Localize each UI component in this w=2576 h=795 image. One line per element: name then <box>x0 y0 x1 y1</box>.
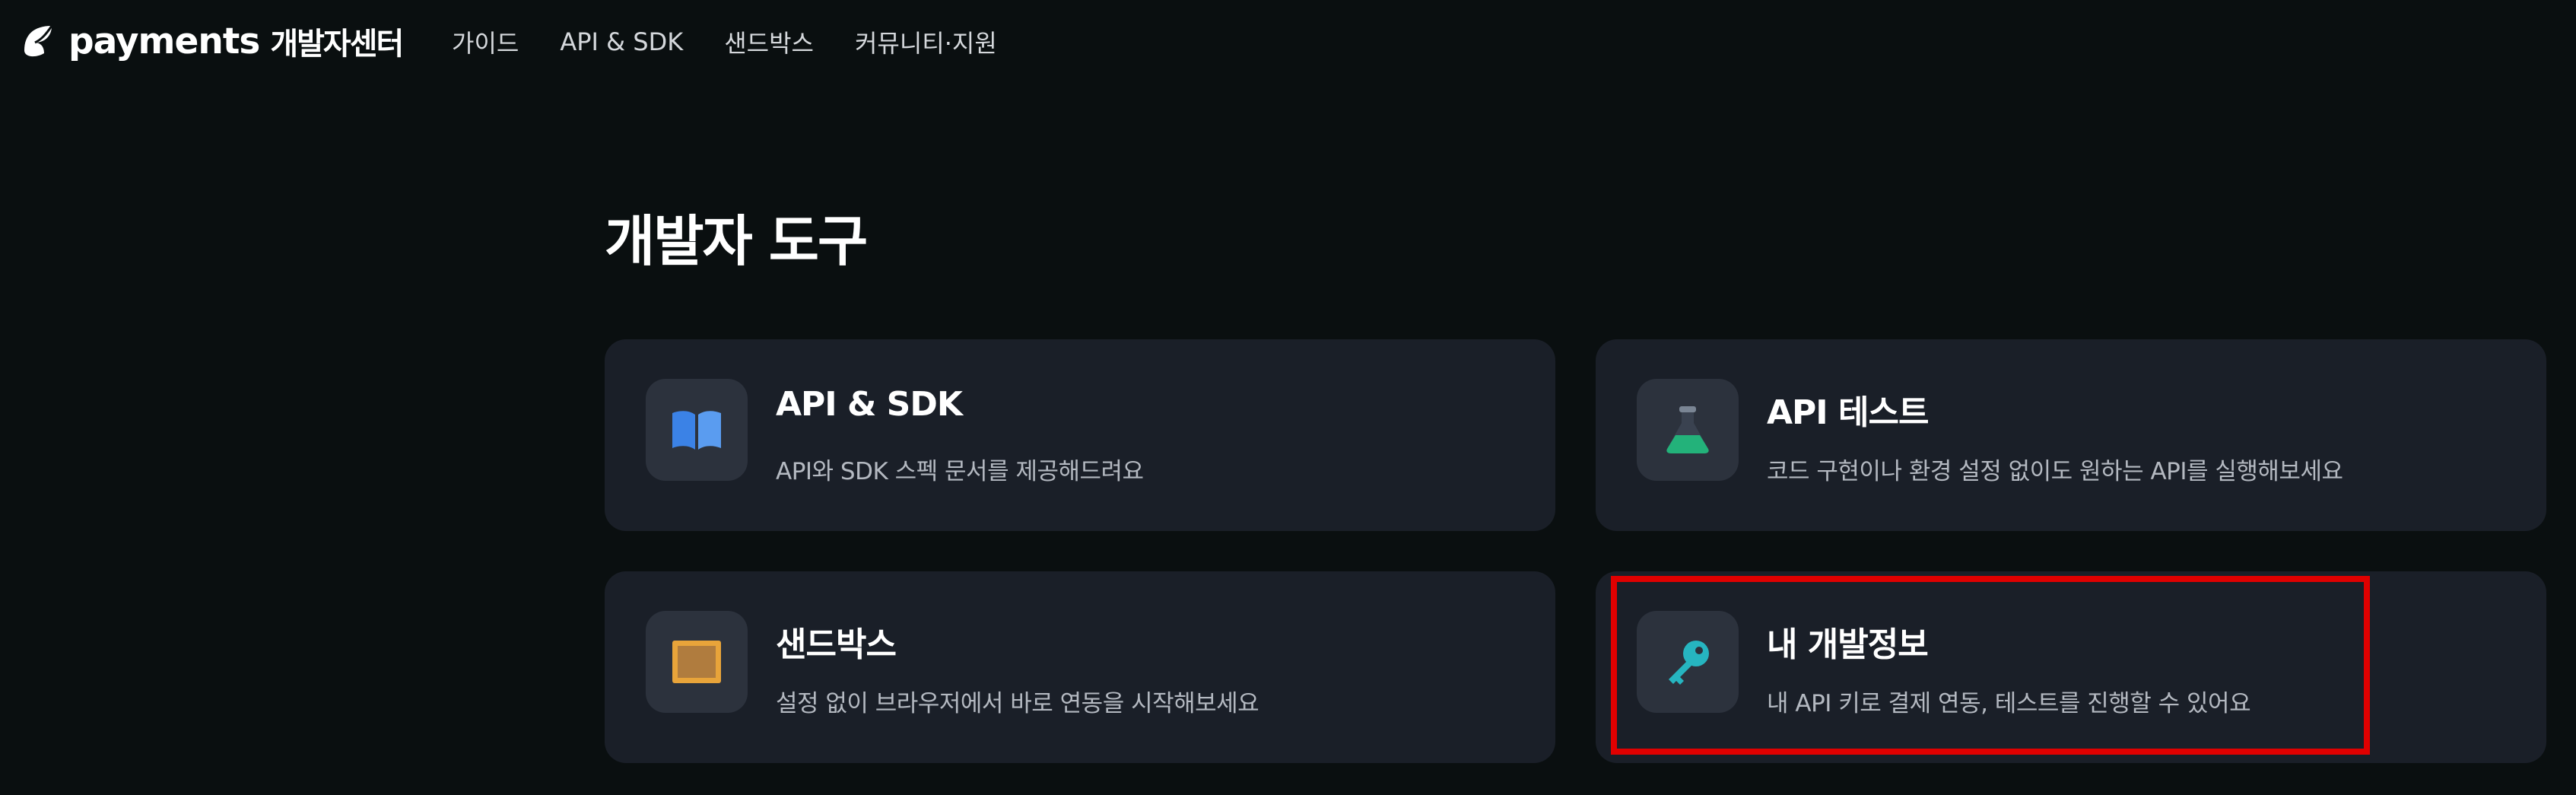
main-nav: 가이드 API & SDK 샌드박스 커뮤니티·지원 <box>452 23 997 61</box>
card-title: API & SDK <box>776 385 963 424</box>
card-description: API와 SDK 스펙 문서를 제공해드려요 <box>776 458 1144 485</box>
logo-mark-icon <box>24 25 53 57</box>
key-icon <box>1669 641 1709 685</box>
top-navigation-bar: payments 개발자센터 가이드 API & SDK 샌드박스 커뮤니티·지… <box>0 0 2576 82</box>
logo[interactable]: payments 개발자센터 <box>18 20 404 62</box>
nav-item-sandbox[interactable]: 샌드박스 <box>724 24 814 59</box>
card-api-sdk[interactable]: API & SDK API와 SDK 스펙 문서를 제공해드려요 <box>605 339 1555 531</box>
logo-wordmark: payments <box>68 20 260 62</box>
sandbox-icon <box>672 641 721 683</box>
page-title: 개발자 도구 <box>605 209 868 273</box>
card-title: 내 개발정보 <box>1767 625 1929 664</box>
card-sandbox[interactable]: 샌드박스 설정 없이 브라우저에서 바로 연동을 시작해보세요 <box>605 571 1555 763</box>
card-title: API 테스트 <box>1767 393 1929 432</box>
logo-subtitle: 개발자센터 <box>270 27 404 62</box>
card-api-test[interactable]: API 테스트 코드 구현이나 환경 설정 없이도 원하는 API를 실행해보세… <box>1596 339 2546 531</box>
card-icon-tile <box>1637 611 1739 713</box>
card-my-dev-info[interactable]: 내 개발정보 내 API 키로 결제 연동, 테스트를 진행할 수 있어요 <box>1596 571 2546 763</box>
card-description: 설정 없이 브라우저에서 바로 연동을 시작해보세요 <box>776 690 1259 717</box>
nav-item-community-support[interactable]: 커뮤니티·지원 <box>855 24 997 59</box>
card-icon-tile <box>1637 379 1739 481</box>
book-icon <box>672 411 721 450</box>
nav-item-guide[interactable]: 가이드 <box>452 24 519 59</box>
card-title: 샌드박스 <box>776 625 897 664</box>
card-description: 내 API 키로 결제 연동, 테스트를 진행할 수 있어요 <box>1767 690 2251 717</box>
card-icon-tile <box>646 379 748 481</box>
flask-icon <box>1666 406 1709 453</box>
card-icon-tile <box>646 611 748 713</box>
card-description: 코드 구현이나 환경 설정 없이도 원하는 API를 실행해보세요 <box>1767 458 2343 485</box>
nav-item-api-sdk[interactable]: API & SDK <box>560 27 683 56</box>
